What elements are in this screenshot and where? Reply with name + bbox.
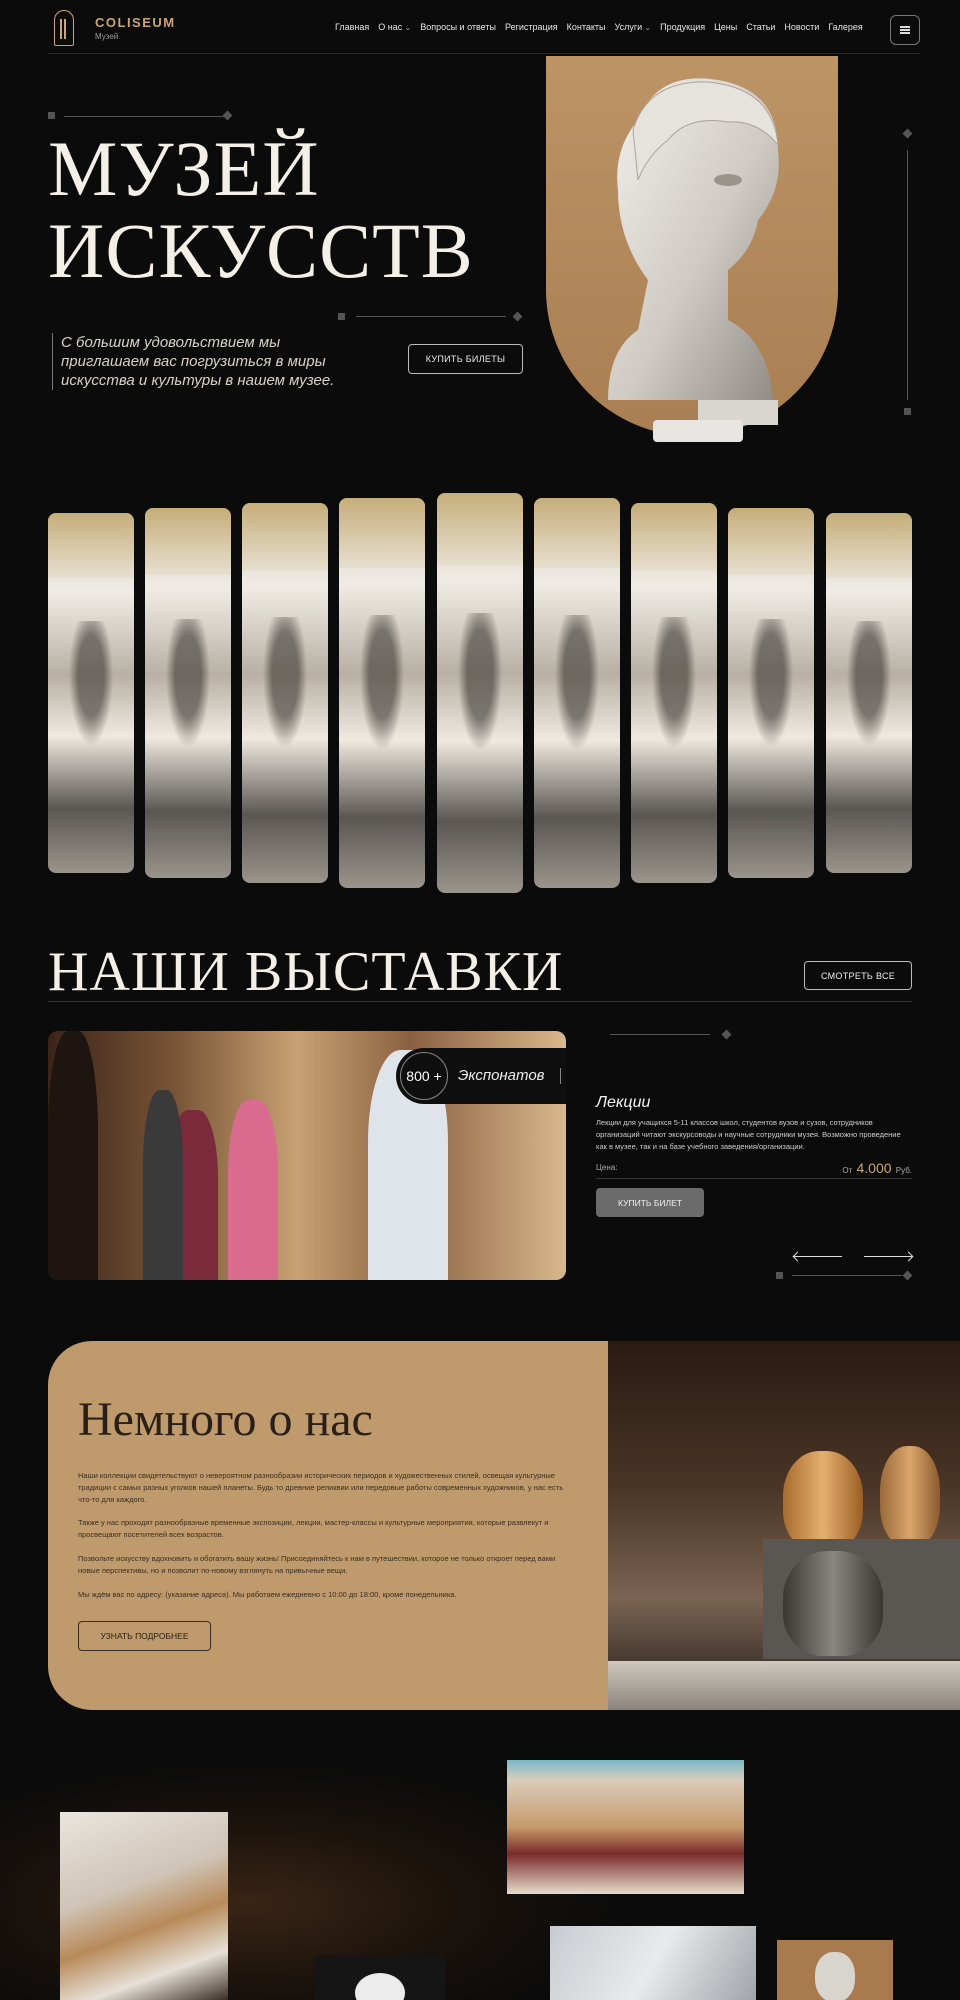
about-paragraph-3: Позвольте искусству вдохновить и обогати…: [78, 1554, 556, 1575]
decor-diamond: [721, 1029, 732, 1040]
display-case: [48, 1031, 98, 1280]
gallery-strip[interactable]: [145, 508, 231, 878]
decor-line: [356, 316, 506, 317]
exhibits-label: Экспонатов: [458, 1067, 545, 1084]
gallery-strip[interactable]: [437, 493, 523, 893]
nav-item-articles[interactable]: Статьи: [746, 22, 775, 32]
about-paragraph-4: Мы ждём вас по адресу: (указание адреса)…: [78, 1590, 457, 1599]
decor-square: [904, 408, 911, 415]
decor-line-vertical: [907, 150, 908, 400]
learn-more-button[interactable]: УЗНАТЬ ПОДРОБНЕЕ: [78, 1621, 211, 1651]
decor-line: [792, 1275, 902, 1276]
decor-diamond: [222, 110, 233, 121]
about-paragraph-2: Также у нас проходят разнообразные време…: [78, 1518, 549, 1539]
exhibitions-title: НАШИ ВЫСТАВКИ: [48, 941, 564, 1003]
nav-item-gallery[interactable]: Галерея: [828, 22, 863, 32]
hero-title-line1: МУЗЕЙ: [48, 125, 320, 212]
coliseum-logo-icon[interactable]: [54, 10, 74, 46]
about-photo: [608, 1341, 960, 1710]
decor-diamond: [902, 128, 913, 139]
gallery-strip[interactable]: [728, 508, 814, 878]
gallery-strip[interactable]: [631, 503, 717, 883]
nav-item-faq[interactable]: Вопросы и ответы: [420, 22, 496, 32]
badge-divider: [560, 1068, 561, 1084]
price-label: Цена:: [596, 1163, 618, 1172]
abstract-painting-image[interactable]: [60, 1812, 228, 2000]
gray-painting-image[interactable]: [550, 1926, 756, 2000]
menu-button[interactable]: [890, 15, 920, 45]
exhibition-item-title: Лекции: [596, 1094, 651, 1111]
about-paragraph-1: Наши коллекции свидетельствуют о невероя…: [78, 1471, 564, 1504]
gallery-hall-image[interactable]: [507, 1760, 744, 1894]
price-divider: [596, 1178, 912, 1179]
nav-item-home[interactable]: Главная: [335, 22, 369, 32]
exhibition-item-description: Лекции для учащихся 5-11 классов школ, с…: [596, 1118, 901, 1151]
header: COLISEUM Музей Главная О нас Вопросы и о…: [48, 0, 920, 54]
brand-subtitle: Музей: [95, 32, 119, 41]
david-bust-image: [608, 78, 779, 442]
price-amount: 4.000: [856, 1160, 892, 1176]
decor-square: [338, 313, 345, 320]
gallery-strip[interactable]: [826, 513, 912, 873]
view-all-button[interactable]: СМОТРЕТЬ ВСЕ: [804, 961, 912, 990]
nav-item-news[interactable]: Новости: [784, 22, 819, 32]
nav-item-prices[interactable]: Цены: [714, 22, 737, 32]
nav-item-services[interactable]: Услуги: [614, 22, 651, 32]
sculpture-tile[interactable]: [315, 1955, 445, 2000]
decor-line: [610, 1034, 710, 1035]
buy-ticket-button[interactable]: КУПИТЬ БИЛЕТ: [596, 1188, 704, 1217]
display-base: [608, 1661, 960, 1710]
decor-diamond: [902, 1270, 913, 1281]
gallery-strip[interactable]: [534, 498, 620, 888]
exhibits-count: 800 +: [400, 1052, 448, 1100]
nav-item-about[interactable]: О нас: [378, 22, 411, 32]
prev-arrow-icon[interactable]: [794, 1250, 842, 1262]
main-nav: Главная О нас Вопросы и ответы Регистрац…: [335, 22, 863, 32]
gallery-strip[interactable]: [339, 498, 425, 888]
price-value: От 4.000 Руб.: [842, 1160, 912, 1176]
decor-square: [776, 1272, 783, 1279]
gallery-strip[interactable]: [48, 513, 134, 873]
decor-diamond: [512, 311, 523, 322]
brand-name[interactable]: COLISEUM: [95, 15, 176, 30]
stone-artifact-image: [783, 1551, 883, 1656]
hero-description: С большим удовольствием мы приглашаем ва…: [52, 333, 352, 390]
hamburger-icon: [900, 29, 910, 31]
hero-title: МУЗЕЙ ИСКУССТВ: [48, 128, 474, 292]
gallery-strip[interactable]: [242, 503, 328, 883]
nav-item-registration[interactable]: Регистрация: [505, 22, 558, 32]
bust-tile-image[interactable]: [777, 1940, 893, 2000]
price-currency: Руб.: [895, 1166, 912, 1175]
nav-item-contacts[interactable]: Контакты: [567, 22, 606, 32]
buy-tickets-button[interactable]: КУПИТЬ БИЛЕТЫ: [408, 344, 523, 374]
next-arrow-icon[interactable]: [864, 1250, 912, 1262]
nav-item-products[interactable]: Продукция: [660, 22, 705, 32]
visitor-figure: [143, 1090, 183, 1280]
visitor-figure: [228, 1100, 278, 1280]
decor-line: [64, 116, 224, 117]
decor-square: [48, 112, 55, 119]
vase-image: [880, 1446, 940, 1546]
hero-title-line2: ИСКУССТВ: [48, 207, 474, 294]
section-divider: [48, 1001, 912, 1002]
about-title: Немного о нас: [78, 1393, 373, 1446]
price-prefix: От: [842, 1166, 853, 1175]
vase-image: [783, 1451, 863, 1551]
